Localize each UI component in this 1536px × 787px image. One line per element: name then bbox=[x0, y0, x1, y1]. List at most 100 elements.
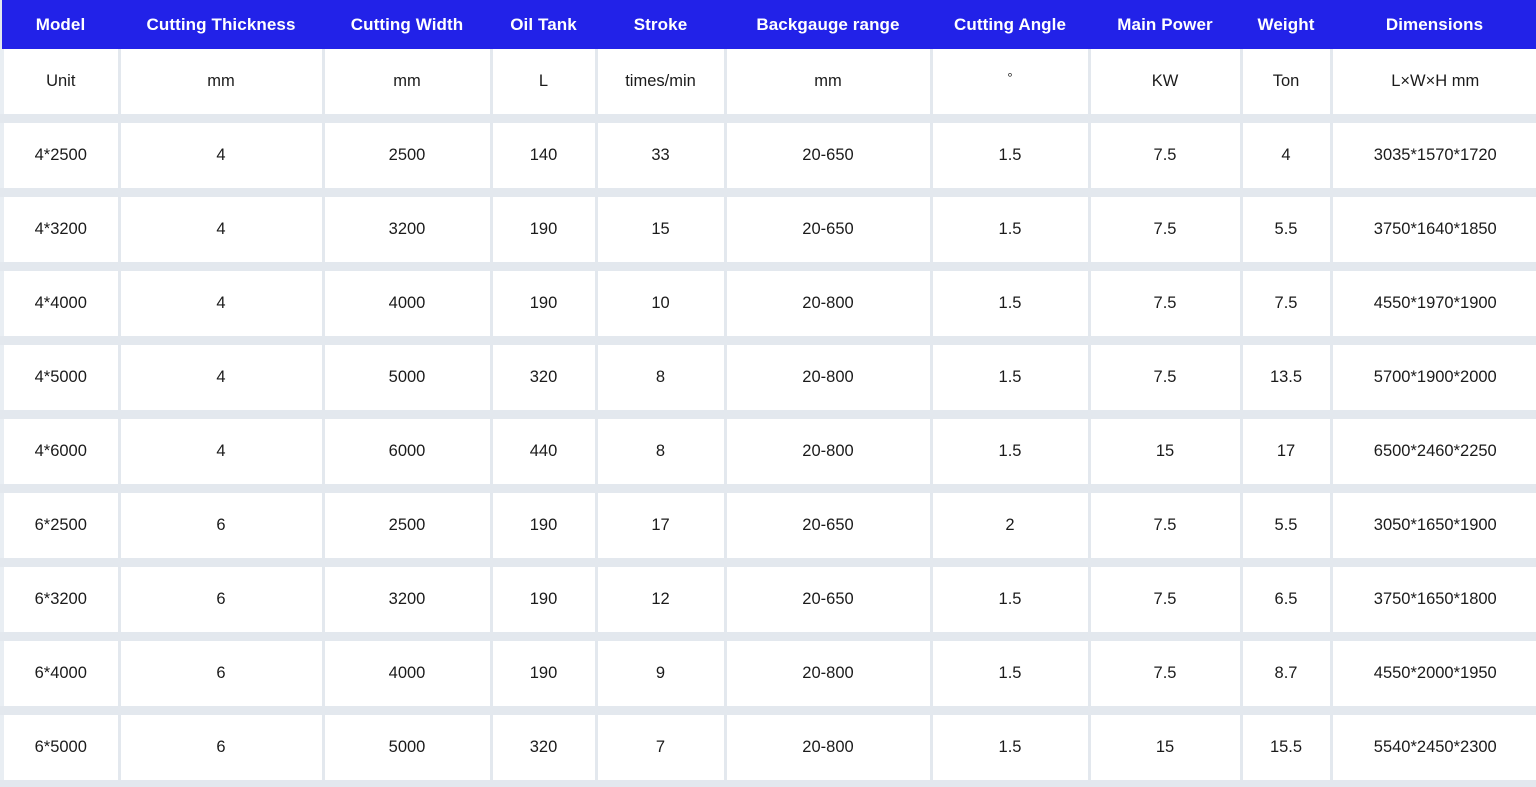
cell-stroke: 9 bbox=[596, 637, 725, 711]
unit-cell-oil-tank: L bbox=[491, 49, 596, 119]
cell-stroke: 15 bbox=[596, 193, 725, 267]
cell-stroke: 8 bbox=[596, 341, 725, 415]
column-header-cutting-width[interactable]: Cutting Width bbox=[323, 0, 491, 49]
header-row: Model Cutting Thickness Cutting Width Oi… bbox=[2, 0, 1536, 49]
cell-dimensions: 6500*2460*2250 bbox=[1331, 415, 1536, 489]
cell-backgauge-range: 20-650 bbox=[725, 119, 931, 193]
cell-dimensions: 4550*1970*1900 bbox=[1331, 267, 1536, 341]
cell-cutting-thickness: 4 bbox=[119, 267, 323, 341]
column-header-backgauge-range[interactable]: Backgauge range bbox=[725, 0, 931, 49]
cell-stroke: 10 bbox=[596, 267, 725, 341]
cell-oil-tank: 320 bbox=[491, 711, 596, 785]
column-header-oil-tank[interactable]: Oil Tank bbox=[491, 0, 596, 49]
cell-cutting-width: 2500 bbox=[323, 119, 491, 193]
table-row[interactable]: 4*3200432001901520-6501.57.55.53750*1640… bbox=[2, 193, 1536, 267]
cell-cutting-width: 3200 bbox=[323, 563, 491, 637]
column-header-weight[interactable]: Weight bbox=[1241, 0, 1331, 49]
cell-cutting-width: 4000 bbox=[323, 267, 491, 341]
cell-stroke: 7 bbox=[596, 711, 725, 785]
cell-cutting-angle: 1.5 bbox=[931, 711, 1089, 785]
unit-cell-model: Unit bbox=[2, 49, 119, 119]
unit-cell-weight: Ton bbox=[1241, 49, 1331, 119]
cell-stroke: 8 bbox=[596, 415, 725, 489]
cell-oil-tank: 440 bbox=[491, 415, 596, 489]
unit-cell-main-power: KW bbox=[1089, 49, 1241, 119]
cell-cutting-angle: 1.5 bbox=[931, 193, 1089, 267]
cell-cutting-thickness: 6 bbox=[119, 637, 323, 711]
cell-cutting-width: 6000 bbox=[323, 415, 491, 489]
cell-backgauge-range: 20-650 bbox=[725, 193, 931, 267]
cell-oil-tank: 140 bbox=[491, 119, 596, 193]
cell-dimensions: 5540*2450*2300 bbox=[1331, 711, 1536, 785]
cell-cutting-width: 2500 bbox=[323, 489, 491, 563]
cell-main-power: 7.5 bbox=[1089, 267, 1241, 341]
cell-cutting-thickness: 4 bbox=[119, 341, 323, 415]
cell-main-power: 7.5 bbox=[1089, 489, 1241, 563]
column-header-dimensions[interactable]: Dimensions bbox=[1331, 0, 1536, 49]
cell-oil-tank: 190 bbox=[491, 193, 596, 267]
cell-main-power: 7.5 bbox=[1089, 637, 1241, 711]
cell-stroke: 17 bbox=[596, 489, 725, 563]
cell-backgauge-range: 20-800 bbox=[725, 267, 931, 341]
unit-cell-cutting-thickness: mm bbox=[119, 49, 323, 119]
cell-weight: 7.5 bbox=[1241, 267, 1331, 341]
cell-model: 4*6000 bbox=[2, 415, 119, 489]
table-body: Unit mm mm L times/min mm ° KW Ton L×W×H… bbox=[2, 49, 1536, 785]
cell-oil-tank: 190 bbox=[491, 489, 596, 563]
degree-symbol: ° bbox=[1007, 71, 1012, 84]
cell-weight: 4 bbox=[1241, 119, 1331, 193]
cell-cutting-angle: 1.5 bbox=[931, 267, 1089, 341]
cell-main-power: 7.5 bbox=[1089, 119, 1241, 193]
table-row[interactable]: 4*600046000440820-8001.515176500*2460*22… bbox=[2, 415, 1536, 489]
cell-cutting-width: 5000 bbox=[323, 711, 491, 785]
column-header-cutting-thickness[interactable]: Cutting Thickness bbox=[119, 0, 323, 49]
table-row[interactable]: 4*4000440001901020-8001.57.57.54550*1970… bbox=[2, 267, 1536, 341]
cell-backgauge-range: 20-650 bbox=[725, 489, 931, 563]
cell-model: 4*4000 bbox=[2, 267, 119, 341]
cell-cutting-thickness: 6 bbox=[119, 489, 323, 563]
cell-oil-tank: 190 bbox=[491, 637, 596, 711]
cell-stroke: 33 bbox=[596, 119, 725, 193]
cell-dimensions: 3035*1570*1720 bbox=[1331, 119, 1536, 193]
table-row[interactable]: 4*2500425001403320-6501.57.543035*1570*1… bbox=[2, 119, 1536, 193]
spec-table-container: Model Cutting Thickness Cutting Width Oi… bbox=[0, 0, 1536, 787]
column-header-model[interactable]: Model bbox=[2, 0, 119, 49]
table-row[interactable]: 6*400064000190920-8001.57.58.74550*2000*… bbox=[2, 637, 1536, 711]
cell-weight: 5.5 bbox=[1241, 193, 1331, 267]
cell-cutting-angle: 1.5 bbox=[931, 119, 1089, 193]
column-header-cutting-angle[interactable]: Cutting Angle bbox=[931, 0, 1089, 49]
cell-backgauge-range: 20-800 bbox=[725, 341, 931, 415]
cell-cutting-angle: 1.5 bbox=[931, 637, 1089, 711]
table-row[interactable]: 6*2500625001901720-65027.55.53050*1650*1… bbox=[2, 489, 1536, 563]
cell-model: 6*2500 bbox=[2, 489, 119, 563]
cell-weight: 5.5 bbox=[1241, 489, 1331, 563]
cell-backgauge-range: 20-800 bbox=[725, 415, 931, 489]
cell-cutting-thickness: 6 bbox=[119, 563, 323, 637]
cell-cutting-angle: 1.5 bbox=[931, 563, 1089, 637]
cell-weight: 13.5 bbox=[1241, 341, 1331, 415]
machine-specifications-table: Model Cutting Thickness Cutting Width Oi… bbox=[0, 0, 1536, 787]
cell-dimensions: 3050*1650*1900 bbox=[1331, 489, 1536, 563]
unit-cell-cutting-width: mm bbox=[323, 49, 491, 119]
table-header: Model Cutting Thickness Cutting Width Oi… bbox=[2, 0, 1536, 49]
cell-cutting-width: 4000 bbox=[323, 637, 491, 711]
cell-oil-tank: 320 bbox=[491, 341, 596, 415]
unit-cell-cutting-angle: ° bbox=[931, 49, 1089, 119]
cell-backgauge-range: 20-800 bbox=[725, 711, 931, 785]
cell-cutting-width: 3200 bbox=[323, 193, 491, 267]
table-row[interactable]: 6*3200632001901220-6501.57.56.53750*1650… bbox=[2, 563, 1536, 637]
cell-model: 6*4000 bbox=[2, 637, 119, 711]
table-row[interactable]: 4*500045000320820-8001.57.513.55700*1900… bbox=[2, 341, 1536, 415]
cell-main-power: 7.5 bbox=[1089, 193, 1241, 267]
column-header-stroke[interactable]: Stroke bbox=[596, 0, 725, 49]
cell-cutting-thickness: 4 bbox=[119, 119, 323, 193]
cell-main-power: 7.5 bbox=[1089, 341, 1241, 415]
cell-cutting-thickness: 4 bbox=[119, 415, 323, 489]
table-row[interactable]: 6*500065000320720-8001.51515.55540*2450*… bbox=[2, 711, 1536, 785]
unit-cell-stroke: times/min bbox=[596, 49, 725, 119]
unit-cell-dimensions: L×W×H mm bbox=[1331, 49, 1536, 119]
cell-cutting-thickness: 4 bbox=[119, 193, 323, 267]
cell-weight: 8.7 bbox=[1241, 637, 1331, 711]
column-header-main-power[interactable]: Main Power bbox=[1089, 0, 1241, 49]
cell-cutting-thickness: 6 bbox=[119, 711, 323, 785]
